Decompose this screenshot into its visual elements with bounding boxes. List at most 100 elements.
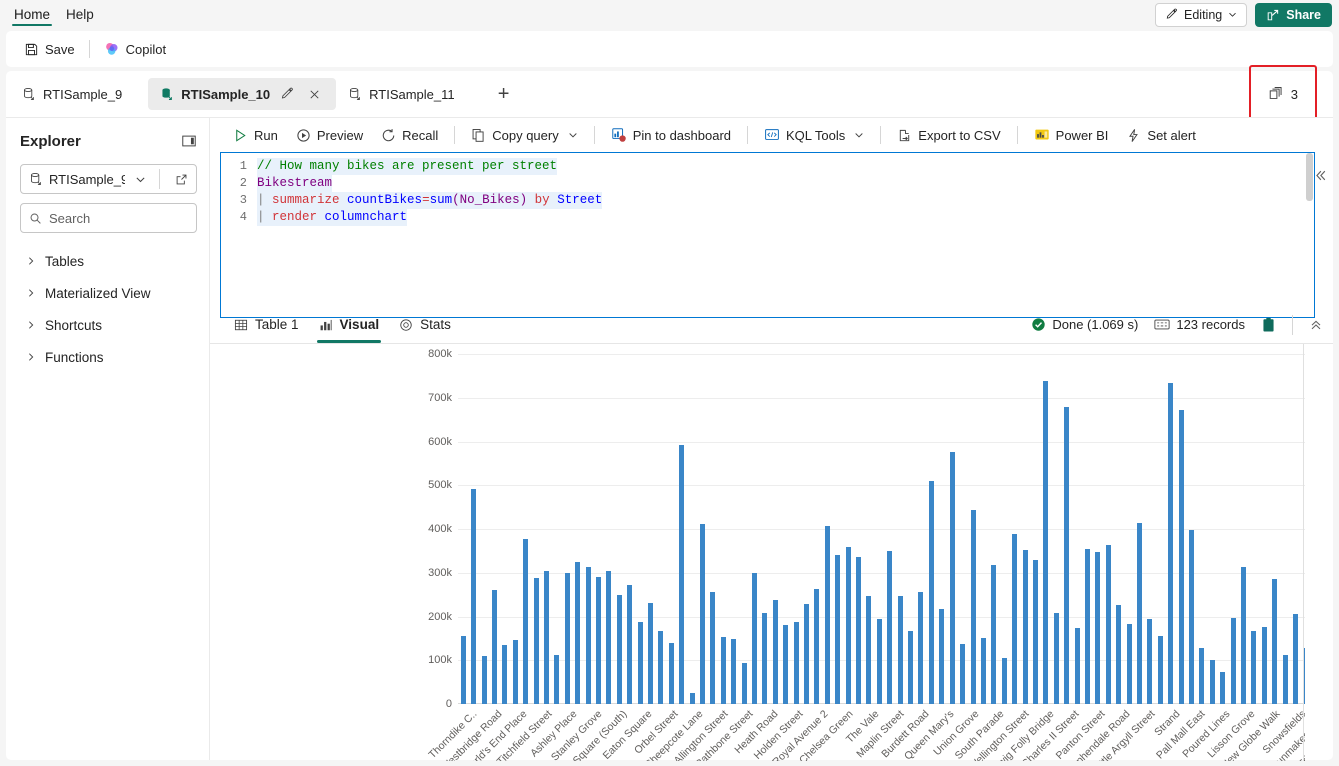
chart-bar[interactable]	[824, 525, 830, 704]
close-tab-button[interactable]	[304, 84, 324, 104]
chart-bar[interactable]	[887, 550, 893, 704]
chart-bar[interactable]	[1261, 627, 1267, 704]
chart-bar[interactable]	[502, 644, 508, 704]
chart-bar[interactable]	[699, 524, 705, 704]
query-editor[interactable]: 1 // How many bikes are present per stre…	[220, 152, 1315, 318]
chart-bar[interactable]	[960, 643, 966, 704]
chart-bar[interactable]	[1012, 533, 1018, 704]
chart-bar[interactable]	[1293, 613, 1299, 704]
pin-to-dashboard-button[interactable]: Pin to dashboard	[602, 121, 740, 149]
chart-bar[interactable]	[1053, 613, 1059, 704]
chart-bar[interactable]	[710, 592, 716, 704]
save-button[interactable]: Save	[16, 35, 83, 63]
chart-bar[interactable]	[897, 596, 903, 704]
chart-bar[interactable]	[668, 642, 674, 704]
chart-bar[interactable]	[575, 562, 581, 704]
preview-button[interactable]: Preview	[287, 121, 372, 149]
search-box[interactable]	[20, 203, 197, 233]
chart-bar[interactable]	[554, 655, 560, 704]
chart-bar[interactable]	[908, 630, 914, 704]
chart-bar[interactable]	[1001, 657, 1007, 704]
thread-count-button[interactable]: 3	[1248, 65, 1317, 123]
chart-bar[interactable]	[616, 595, 622, 704]
chart-bar[interactable]	[752, 572, 757, 704]
chart-bar[interactable]	[564, 573, 570, 704]
chart-bar[interactable]	[512, 639, 518, 704]
chart-bar[interactable]	[481, 655, 487, 704]
chart-bar[interactable]	[835, 554, 841, 704]
chart-bar[interactable]	[1095, 551, 1101, 704]
share-button[interactable]: Share	[1255, 2, 1332, 27]
power-bi-button[interactable]: Power BI	[1025, 121, 1118, 149]
editing-mode-button[interactable]: Editing	[1155, 2, 1248, 27]
chart-bar[interactable]	[980, 637, 986, 704]
tree-item-functions[interactable]: Functions	[20, 341, 197, 373]
chart-bar[interactable]	[1188, 529, 1194, 704]
add-tab-button[interactable]: +	[489, 79, 519, 109]
chart-bar[interactable]	[991, 564, 997, 704]
chart-bar[interactable]	[970, 510, 976, 704]
chart-bar[interactable]	[949, 452, 955, 704]
recall-button[interactable]: Recall	[372, 121, 447, 149]
chart-bar[interactable]	[658, 630, 664, 704]
tab-rtisample-10[interactable]: RTISample_10	[148, 78, 337, 110]
tab-table-1[interactable]: Table 1	[224, 306, 309, 343]
chart-bar[interactable]	[689, 693, 695, 704]
chart-bar[interactable]	[1136, 522, 1142, 704]
tree-item-tables[interactable]: Tables	[20, 245, 197, 277]
chart-bar[interactable]	[804, 604, 810, 704]
chart-bar[interactable]	[731, 638, 737, 704]
chart-bar[interactable]	[741, 663, 747, 704]
chart-bar[interactable]	[1064, 406, 1070, 704]
chart-bar[interactable]	[1105, 544, 1111, 704]
chart-bar[interactable]	[1220, 672, 1226, 704]
chart-bar[interactable]	[1178, 410, 1184, 704]
chart-bar[interactable]	[647, 603, 653, 704]
tree-item-shortcuts[interactable]: Shortcuts	[20, 309, 197, 341]
chevron-down-icon[interactable]	[131, 174, 150, 185]
chart-bar[interactable]	[606, 571, 612, 704]
collapse-editor-button[interactable]	[1309, 164, 1331, 186]
chart-bar[interactable]	[1116, 605, 1122, 704]
chart-bar[interactable]	[533, 578, 539, 704]
copilot-button[interactable]: Copilot	[96, 35, 174, 63]
chart-bar[interactable]	[460, 636, 466, 704]
chart-bar[interactable]	[1209, 660, 1215, 704]
chart-bar[interactable]	[627, 585, 633, 704]
chart-bar[interactable]	[1241, 567, 1246, 704]
menu-home[interactable]: Home	[12, 0, 53, 29]
chart-bar[interactable]	[876, 619, 882, 704]
chart-bar[interactable]	[1022, 550, 1028, 704]
chart-bar[interactable]	[679, 445, 685, 704]
tab-stats[interactable]: Stats	[389, 306, 461, 343]
chart-bar[interactable]	[543, 570, 549, 704]
chart-bar[interactable]	[866, 595, 872, 704]
copy-results-button[interactable]	[1261, 317, 1276, 333]
chart-bar[interactable]	[939, 609, 945, 704]
open-external-button[interactable]	[169, 173, 194, 186]
export-to-csv-button[interactable]: Export to CSV	[888, 121, 1009, 149]
tab-rtisample-9[interactable]: RTISample_9	[10, 78, 134, 110]
chart-bar[interactable]	[1126, 624, 1132, 704]
chart-bar[interactable]	[1168, 383, 1174, 704]
chart-bar[interactable]	[595, 577, 601, 704]
chart-bar[interactable]	[1043, 381, 1049, 704]
chart-bar[interactable]	[1230, 618, 1236, 704]
chart-bar[interactable]	[1147, 619, 1153, 704]
chart-bar[interactable]	[762, 613, 768, 704]
database-selector[interactable]: RTISample_9	[20, 164, 197, 194]
chart-bar[interactable]	[1074, 627, 1080, 704]
copy-query-button[interactable]: Copy query	[462, 121, 586, 149]
chart-bar[interactable]	[772, 599, 778, 704]
chart-bar[interactable]	[1251, 631, 1257, 704]
run-button[interactable]: Run	[224, 121, 287, 149]
chart-bar[interactable]	[1032, 559, 1038, 704]
chart-bar[interactable]	[720, 636, 726, 704]
chart-bar[interactable]	[1282, 654, 1288, 704]
chart-bar[interactable]	[928, 480, 934, 704]
set-alert-button[interactable]: Set alert	[1117, 121, 1204, 149]
search-input[interactable]	[49, 210, 188, 226]
chart-bar[interactable]	[637, 622, 643, 704]
chart-bar[interactable]	[491, 590, 497, 704]
chart-bar[interactable]	[1157, 635, 1163, 704]
